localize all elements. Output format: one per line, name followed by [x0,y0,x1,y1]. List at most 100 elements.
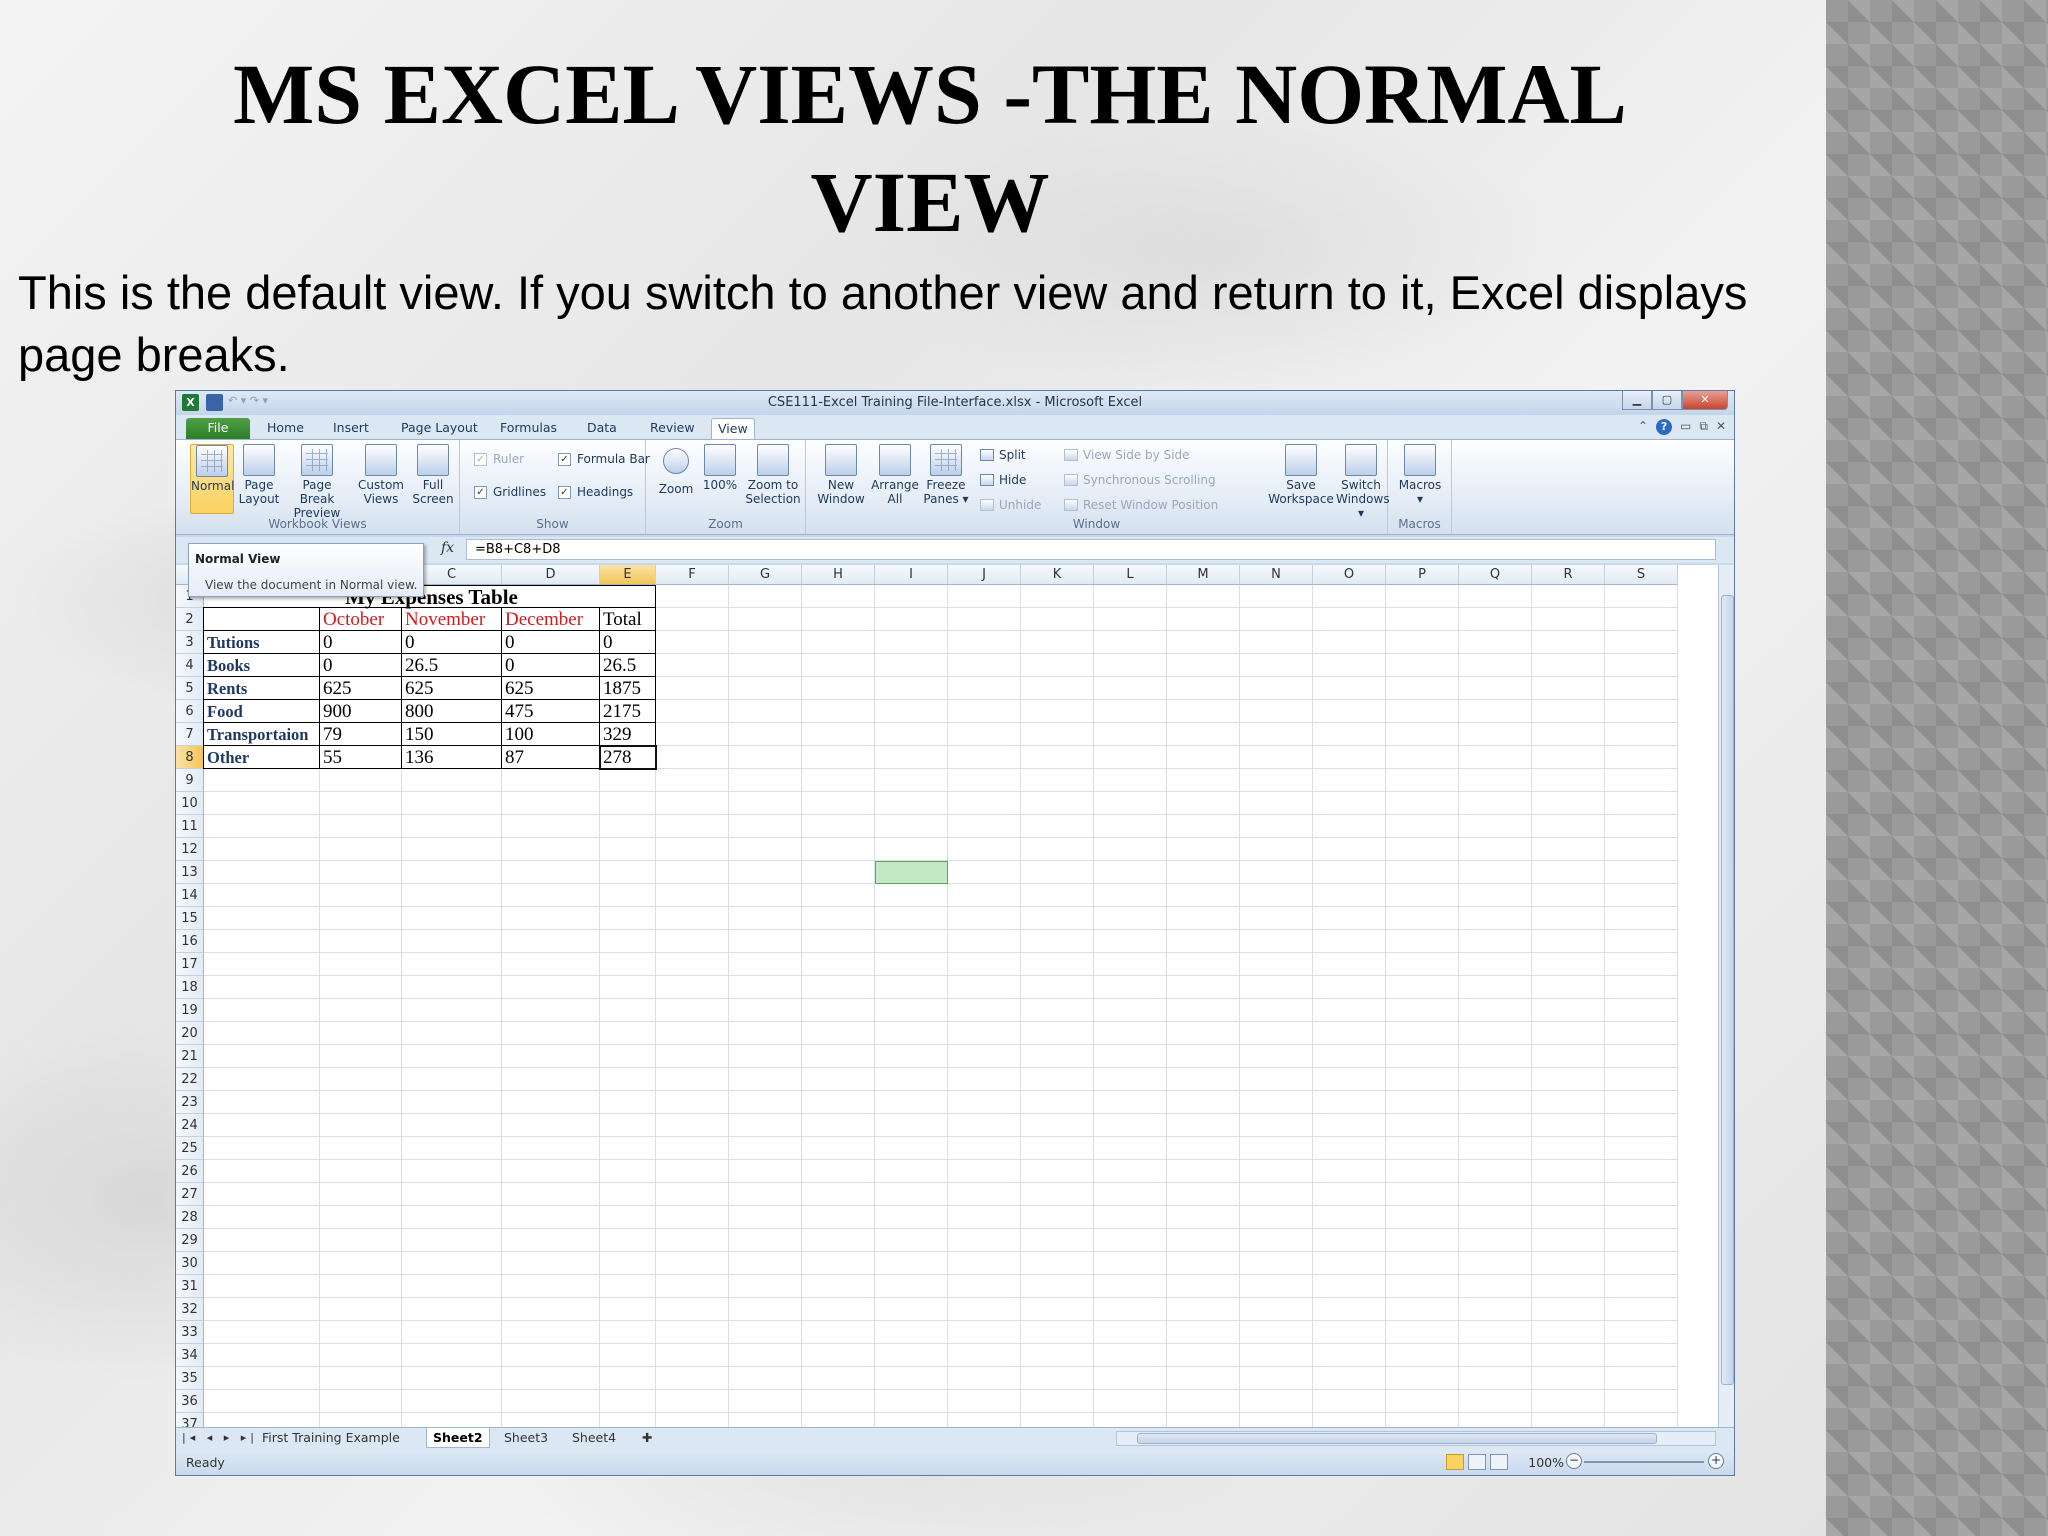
minimize-ribbon-icon[interactable]: ⌃ [1638,419,1648,435]
row-header-9[interactable]: 9 [176,769,204,792]
row-header-12[interactable]: 12 [176,838,204,861]
status-page-layout-icon[interactable] [1468,1454,1486,1470]
maximize-button[interactable]: ▢ [1652,391,1682,410]
column-header-m[interactable]: M [1167,565,1240,585]
row-header-26[interactable]: 26 [176,1160,204,1183]
formula-input[interactable]: =B8+C8+D8 [466,539,1716,560]
column-header-l[interactable]: L [1094,565,1167,585]
data-cell[interactable]: 55 [320,746,402,769]
data-cell[interactable]: 87 [502,746,600,769]
data-cell[interactable]: 625 [402,677,502,700]
vertical-scroll-thumb[interactable] [1721,595,1734,1385]
header-cell-december[interactable]: December [502,608,600,631]
doc-close-icon[interactable]: ✕ [1716,419,1726,435]
column-header-h[interactable]: H [802,565,875,585]
row-header-16[interactable]: 16 [176,930,204,953]
row-label-rents[interactable]: Rents [204,677,320,700]
column-header-d[interactable]: D [502,565,600,585]
tab-file[interactable]: File [186,418,250,439]
zoom-to-selection-button[interactable]: Zoom to Selection [744,444,802,506]
row-header-23[interactable]: 23 [176,1091,204,1114]
data-cell[interactable]: 0 [320,631,402,654]
row-header-31[interactable]: 31 [176,1275,204,1298]
row-header-22[interactable]: 22 [176,1068,204,1091]
macros-button[interactable]: Macros ▾ [1396,444,1444,506]
data-cell[interactable]: 150 [402,723,502,746]
horizontal-scrollbar[interactable] [1116,1431,1716,1446]
data-cell[interactable]: 475 [502,700,600,723]
full-screen-button[interactable]: Full Screen [410,444,456,506]
synchronous-scrolling-button[interactable]: Synchronous Scrolling [1064,473,1216,487]
row-header-36[interactable]: 36 [176,1390,204,1413]
minimize-button[interactable]: ▁ [1622,391,1652,410]
data-cell[interactable]: 0 [502,654,600,677]
header-cell-total[interactable]: Total [600,608,656,631]
formula-bar-checkbox[interactable]: ✓ Formula Bar [558,452,650,466]
row-header-18[interactable]: 18 [176,976,204,999]
row-header-14[interactable]: 14 [176,884,204,907]
tab-formulas[interactable]: Formulas [494,418,563,439]
row-label-other[interactable]: Other [204,746,320,769]
column-header-o[interactable]: O [1313,565,1386,585]
zoom-button[interactable]: Zoom [656,444,696,496]
data-cell[interactable]: 625 [502,677,600,700]
row-header-32[interactable]: 32 [176,1298,204,1321]
data-cell[interactable]: 0 [502,631,600,654]
data-cell[interactable]: 26.5 [600,654,656,677]
tab-home[interactable]: Home [261,418,310,439]
row-header-7[interactable]: 7 [176,723,204,746]
sheet-tab-first-training-example[interactable]: First Training Example [256,1428,406,1448]
row-header-28[interactable]: 28 [176,1206,204,1229]
row-header-20[interactable]: 20 [176,1022,204,1045]
zoom-in-icon[interactable]: + [1708,1453,1724,1469]
switch-windows-button[interactable]: Switch Windows ▾ [1336,444,1390,520]
row-header-37[interactable]: 37 [176,1413,204,1427]
horizontal-scroll-thumb[interactable] [1137,1433,1657,1444]
insert-sheet-icon[interactable]: ✚ [636,1428,658,1448]
data-cell[interactable]: 136 [402,746,502,769]
row-header-25[interactable]: 25 [176,1137,204,1160]
row-label-food[interactable]: Food [204,700,320,723]
tab-view[interactable]: View [711,418,755,439]
tab-data[interactable]: Data [581,418,623,439]
new-window-button[interactable]: New Window [816,444,866,506]
custom-views-button[interactable]: Custom Views [356,444,406,506]
vertical-scrollbar[interactable] [1718,565,1734,1427]
row-header-11[interactable]: 11 [176,815,204,838]
column-header-g[interactable]: G [729,565,802,585]
row-header-33[interactable]: 33 [176,1321,204,1344]
data-cell[interactable]: 329 [600,723,656,746]
status-normal-view-icon[interactable] [1446,1454,1464,1470]
header-cell-october[interactable]: October [320,608,402,631]
column-header-i[interactable]: I [875,565,948,585]
row-header-34[interactable]: 34 [176,1344,204,1367]
row-header-29[interactable]: 29 [176,1229,204,1252]
row-header-13[interactable]: 13 [176,861,204,884]
column-header-e[interactable]: E [600,565,656,585]
row-label-tutions[interactable]: Tutions [204,631,320,654]
column-header-s[interactable]: S [1605,565,1678,585]
sheet-tab-sheet4[interactable]: Sheet4 [566,1428,622,1448]
row-header-35[interactable]: 35 [176,1367,204,1390]
data-cell[interactable]: 2175 [600,700,656,723]
freeze-panes-button[interactable]: Freeze Panes ▾ [922,444,970,506]
row-header-6[interactable]: 6 [176,700,204,723]
doc-restore-icon[interactable]: ⧉ [1699,419,1708,435]
reset-window-position-button[interactable]: Reset Window Position [1064,498,1218,512]
row-header-30[interactable]: 30 [176,1252,204,1275]
row-label-books[interactable]: Books [204,654,320,677]
help-icon[interactable]: ? [1656,419,1673,435]
tab-page-layout[interactable]: Page Layout [395,418,484,439]
data-cell[interactable]: 625 [320,677,402,700]
data-cell[interactable]: 0 [600,631,656,654]
zoom-out-icon[interactable]: − [1566,1453,1582,1469]
row-header-3[interactable]: 3 [176,631,204,654]
row-header-19[interactable]: 19 [176,999,204,1022]
page-break-preview-button[interactable]: Page Break Preview [284,444,350,520]
ruler-checkbox[interactable]: ✓ Ruler [474,452,524,466]
close-button[interactable]: ✕ [1682,391,1728,410]
row-header-21[interactable]: 21 [176,1045,204,1068]
column-header-k[interactable]: K [1021,565,1094,585]
column-header-p[interactable]: P [1386,565,1459,585]
data-cell[interactable]: 800 [402,700,502,723]
